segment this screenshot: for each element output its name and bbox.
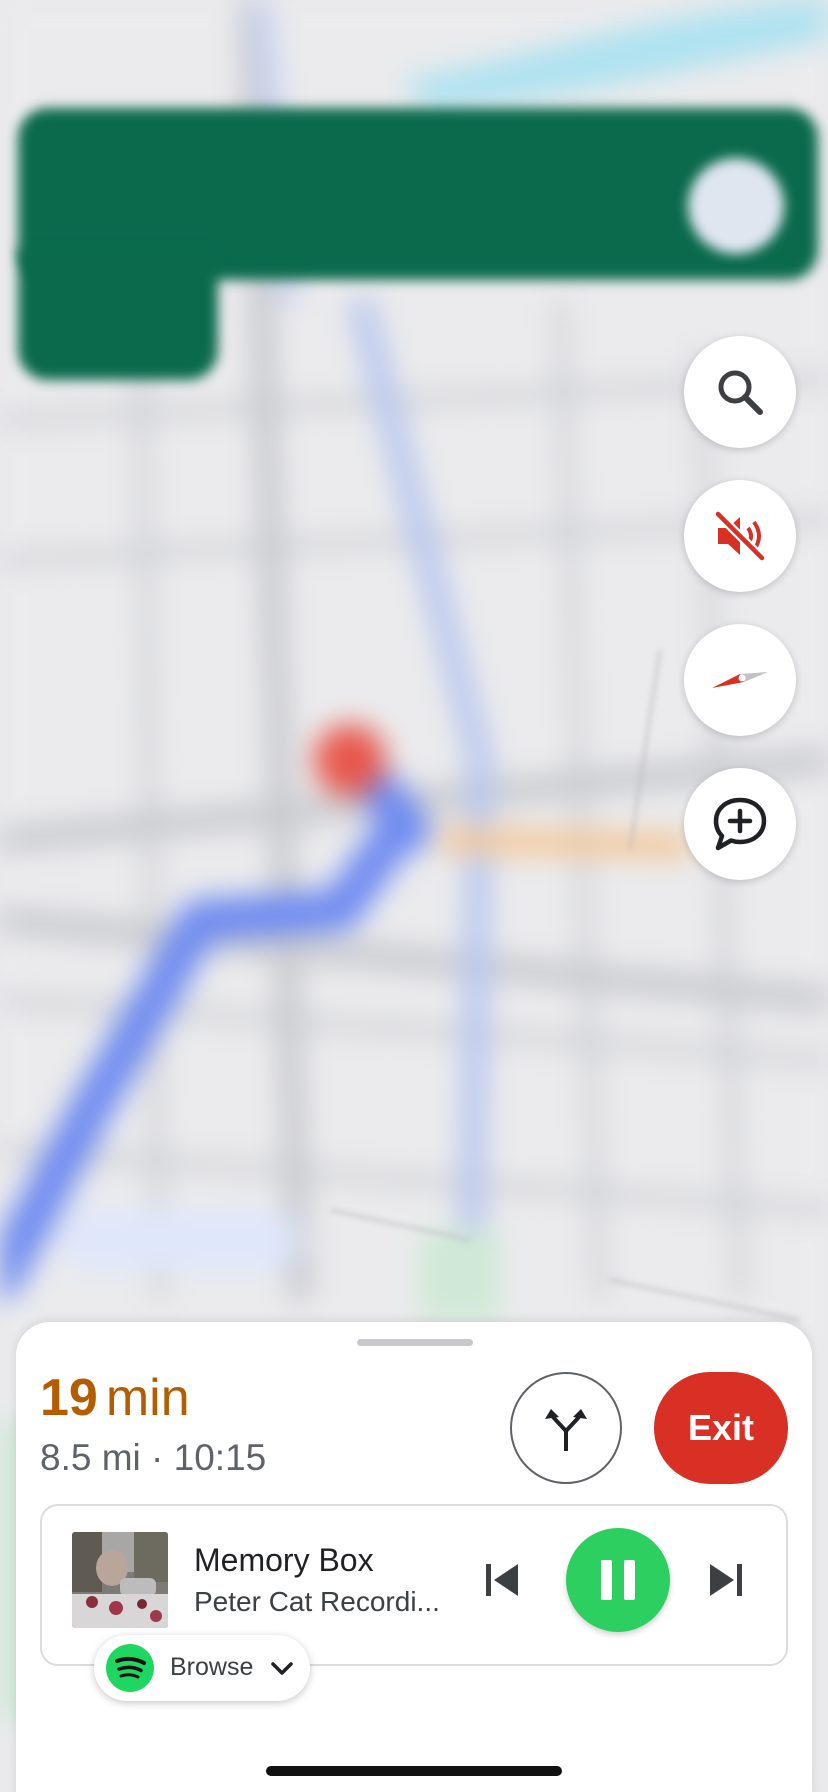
trip-bottom-sheet[interactable]: 19 min 8.5 mi · 10:15 Exit Memory Box Pe…: [16, 1322, 812, 1792]
add-report-icon: [713, 797, 767, 851]
trip-distance-arrival: 8.5 mi · 10:15: [40, 1437, 267, 1478]
exit-navigation-button[interactable]: Exit: [654, 1372, 788, 1484]
add-report-button[interactable]: [684, 768, 796, 880]
sheet-drag-handle[interactable]: [357, 1339, 473, 1346]
skip-previous-icon: [486, 1564, 518, 1596]
sound-off-icon: [714, 510, 766, 562]
compass-icon: [712, 672, 768, 688]
chevron-down-icon: [271, 1662, 293, 1675]
next-track-button[interactable]: [702, 1556, 750, 1604]
track-artist: Peter Cat Recordi...: [194, 1586, 440, 1617]
eta-minutes: 19: [40, 1369, 98, 1427]
previous-track-button[interactable]: [478, 1556, 526, 1604]
search-along-route-button[interactable]: [684, 336, 796, 448]
route-fork-icon: [545, 1409, 587, 1451]
album-art: [72, 1532, 168, 1628]
search-icon: [718, 370, 763, 415]
skip-next-icon: [710, 1564, 742, 1596]
eta-display: 19 min: [40, 1368, 190, 1428]
home-indicator[interactable]: [266, 1766, 562, 1776]
mute-voice-button[interactable]: [684, 480, 796, 592]
pause-button[interactable]: [566, 1528, 670, 1632]
then-instruction-banner[interactable]: [18, 250, 218, 380]
eta-unit: min: [105, 1369, 190, 1427]
browse-label: Browse: [170, 1653, 254, 1681]
spotify-icon: [106, 1644, 154, 1692]
track-title: Memory Box: [194, 1542, 374, 1578]
account-avatar[interactable]: [688, 158, 784, 254]
browse-media-button[interactable]: Browse: [94, 1635, 310, 1701]
pause-icon: [601, 1560, 635, 1600]
compass-button[interactable]: [684, 624, 796, 736]
alternate-routes-button[interactable]: [510, 1372, 622, 1484]
